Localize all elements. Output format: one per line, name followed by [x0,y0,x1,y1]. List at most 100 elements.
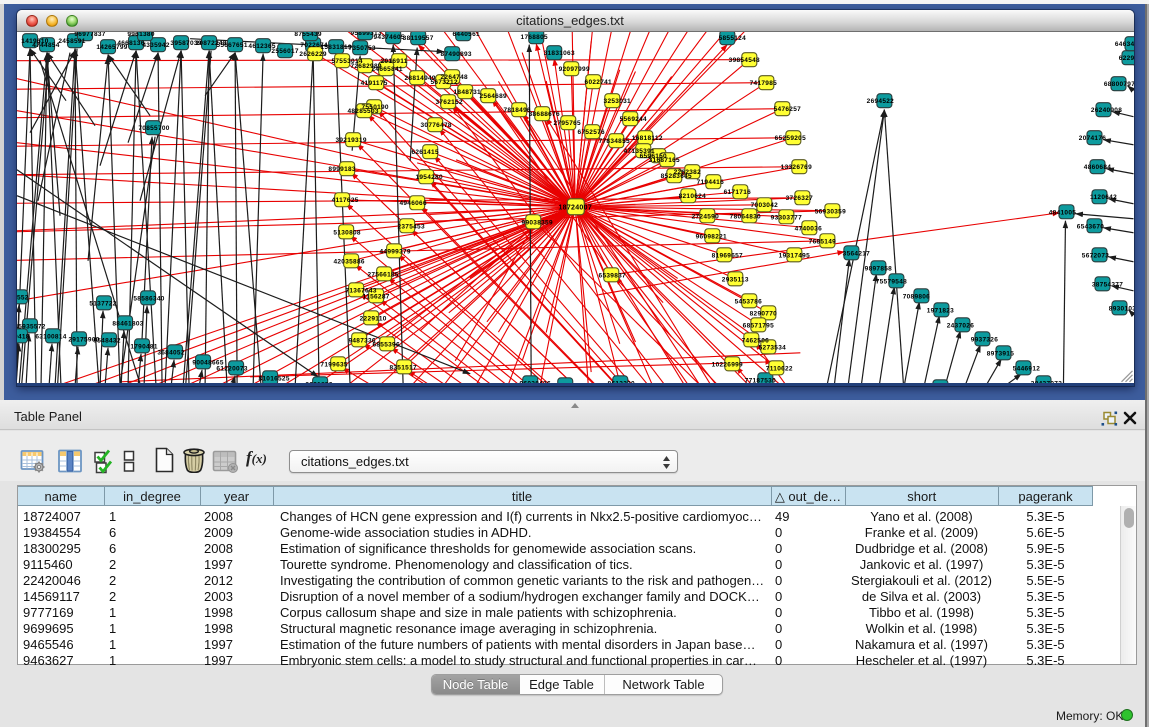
svg-text:7199635: 7199635 [320,361,347,368]
svg-text:77834855: 77834855 [599,138,630,145]
svg-text:19317495: 19317495 [779,252,810,259]
svg-text:4117625: 4117625 [332,197,359,204]
svg-text:1120642: 1120642 [1090,194,1117,201]
svg-text:65259205: 65259205 [775,135,806,142]
svg-text:1538552: 1538552 [17,294,29,301]
svg-text:15831819: 15831819 [320,44,351,51]
svg-text:61220073: 61220073 [216,365,247,372]
svg-text:6855396: 6855396 [372,341,399,348]
svg-text:6539837: 6539837 [599,272,626,279]
svg-text:92097999: 92097999 [559,66,590,73]
svg-text:1156287: 1156287 [363,293,390,300]
svg-text:2264748: 2264748 [440,74,467,81]
svg-text:5137722: 5137722 [89,300,116,307]
svg-text:6279418: 6279418 [17,333,30,340]
svg-text:38754377: 38754377 [1092,281,1123,288]
svg-text:10226999: 10226999 [712,361,743,368]
svg-text:4744854: 4744854 [32,42,59,49]
svg-text:81016525: 81016525 [258,375,289,382]
svg-text:68800797: 68800797 [1104,81,1134,88]
svg-text:5672073: 5672073 [1082,252,1109,259]
svg-text:2437026: 2437026 [947,322,974,329]
svg-text:1954280: 1954280 [415,174,442,181]
svg-text:7350753: 7350753 [348,45,375,52]
svg-text:2074176: 2074176 [1079,135,1106,142]
svg-text:16818112: 16818112 [632,135,663,142]
svg-text:99038359: 99038359 [522,219,553,226]
svg-text:2564689: 2564689 [480,93,507,100]
svg-text:7417985: 7417985 [750,80,777,87]
svg-text:8351517: 8351517 [389,364,416,371]
svg-text:3684052: 3684052 [157,349,184,356]
svg-text:3253031: 3253031 [604,98,631,105]
svg-text:93303777: 93303777 [771,214,802,221]
svg-text:6022741: 6022741 [585,79,612,86]
svg-text:18724007: 18724007 [558,204,592,211]
svg-text:5569244: 5569244 [620,116,647,123]
svg-text:95899313: 95899313 [350,32,381,37]
svg-text:4946066: 4946066 [399,200,426,207]
svg-text:87490893: 87490893 [441,51,472,58]
svg-text:39219319: 39219319 [335,137,366,144]
svg-text:9897858: 9897858 [865,265,892,272]
svg-text:3762152: 3762152 [435,99,462,106]
svg-text:78064830: 78064830 [730,213,761,220]
svg-text:8999183: 8999183 [328,166,355,173]
svg-text:81969657: 81969657 [712,252,743,259]
svg-text:6261415: 6261415 [411,149,438,156]
svg-text:31687165: 31687165 [649,157,680,164]
svg-text:13326769: 13326769 [781,164,812,171]
svg-text:4841005: 4841005 [1049,209,1076,216]
svg-text:24665841: 24665841 [372,66,403,73]
svg-text:9961380: 9961380 [127,32,154,38]
svg-text:6440561: 6440561 [452,32,479,38]
svg-text:7110622: 7110622 [766,365,793,372]
svg-text:5273534: 5273534 [759,344,786,351]
svg-text:44999379: 44999379 [380,248,411,255]
svg-text:31831063: 31831063 [544,50,575,57]
svg-text:2016911: 2016911 [381,58,408,65]
svg-text:2724590: 2724590 [692,213,719,220]
svg-text:2556017: 2556017 [271,48,298,55]
svg-text:7462506: 7462506 [742,337,769,344]
svg-text:45935572: 45935572 [17,323,46,330]
svg-text:30776478: 30776478 [421,122,452,129]
svg-text:2375453: 2375453 [397,223,424,230]
svg-text:2229110: 2229110 [360,315,387,322]
svg-text:55667651: 55667651 [216,42,247,49]
svg-text:7685149: 7685149 [809,238,836,245]
svg-text:1768805: 1768805 [521,34,548,41]
svg-text:9548432: 9548432 [93,337,120,344]
svg-text:5130808: 5130808 [333,229,360,236]
svg-text:48285503: 48285503 [347,108,378,115]
svg-text:3564217: 3564217 [843,250,870,257]
svg-text:42035886: 42035886 [333,258,364,265]
svg-text:2935113: 2935113 [722,276,749,283]
svg-text:4860684: 4860684 [1084,164,1111,171]
svg-text:56930359: 56930359 [815,208,846,215]
svg-text:6543670: 6543670 [1077,223,1104,230]
svg-text:5446912: 5446912 [1013,365,1040,372]
svg-text:5855124: 5855124 [719,35,746,42]
svg-text:7003042: 7003042 [751,202,778,209]
svg-text:63100814: 63100814 [35,333,66,340]
svg-text:6752576: 6752576 [578,129,605,136]
svg-text:2458591: 2458591 [58,38,85,45]
svg-text:1790481: 1790481 [130,343,157,350]
svg-text:1971823: 1971823 [927,307,954,314]
svg-text:3726327: 3726327 [786,195,813,202]
svg-text:5476257: 5476257 [774,106,801,113]
svg-text:2795765: 2795765 [554,120,581,127]
svg-text:68571795: 68571795 [743,322,774,329]
svg-text:39854548: 39854548 [729,57,760,64]
svg-text:4191175: 4191175 [361,80,388,87]
svg-text:4668136: 4668136 [117,40,144,47]
svg-text:8755439: 8755439 [294,32,321,38]
svg-text:58586340: 58586340 [133,295,164,302]
svg-text:70855700: 70855700 [138,125,169,132]
svg-text:8930103: 8930103 [1109,305,1134,312]
svg-text:8210624: 8210624 [679,193,706,200]
svg-text:5453786: 5453786 [735,298,762,305]
svg-text:9937326: 9937326 [971,336,998,343]
svg-text:2262382: 2262382 [674,169,701,176]
